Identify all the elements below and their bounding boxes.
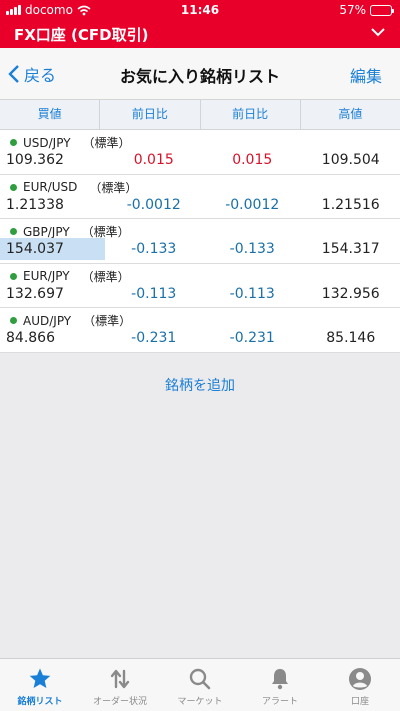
status-dot-icon [10,272,17,280]
back-button[interactable]: 戻る [8,62,56,86]
change-value: 0.015 [133,152,174,168]
tab-alert[interactable]: アラート [240,659,320,711]
tab-label: マーケット [177,697,223,707]
symbol-row-usdjpy[interactable]: USD/JPY （標準） 109.362 0.015 0.015 109.504 [0,130,400,175]
star-icon [29,668,51,688]
tab-market[interactable]: マーケット [160,659,240,711]
person-icon [349,668,371,690]
bid-value: 132.697 [6,285,64,302]
status-right: 57% [339,3,394,17]
change-value: -0.113 [131,285,177,302]
change-value: -0.0012 [225,196,280,213]
navigation-bar: 戻る お気に入り銘柄リスト 編集 [0,48,400,100]
high-value: 85.146 [326,330,376,346]
change-value: -0.133 [131,241,177,257]
column-header-row: 買値 前日比 前日比 高値 [0,100,400,130]
search-icon [189,668,211,690]
row-values: 154.037 -0.133 -0.133 154.317 [0,238,400,260]
row-values: 132.697 -0.113 -0.113 132.956 [0,283,400,305]
bell-icon [272,669,288,690]
tab-bar: 銘柄リスト オーダー状況 マーケット アラート 口座 [0,658,400,711]
battery-icon [370,4,394,16]
swap-arrows-icon [110,669,130,689]
row-values: 1.21338 -0.0012 -0.0012 1.21516 [0,194,400,216]
column-change-1[interactable]: 前日比 [100,100,201,129]
row-values: 84.866 -0.231 -0.231 85.146 [0,327,400,349]
symbol-code: GBP/JPY [23,224,70,239]
tab-label: アラート [261,697,298,707]
high-value: 1.21516 [321,196,380,213]
change-value: -0.113 [229,285,275,302]
symbol-row-gbpjpy[interactable]: GBP/JPY （標準） 154.037 -0.133 -0.133 154.31… [0,219,400,264]
symbol-row-eurjpy[interactable]: EUR/JPY （標準） 132.697 -0.113 -0.113 132.95… [0,264,400,308]
tab-symbol-list[interactable]: 銘柄リスト [0,659,80,711]
tab-order-status[interactable]: オーダー状況 [80,659,160,711]
symbol-code: USD/JPY [23,135,71,150]
chevron-left-icon [8,65,19,83]
status-bar: docomo 11:46 57% [0,0,400,20]
symbol-row-audjpy[interactable]: AUD/JPY （標準） 84.866 -0.231 -0.231 85.146 [0,308,400,353]
status-dot-icon [10,228,17,235]
tab-account[interactable]: 口座 [320,659,400,711]
edit-button[interactable]: 編集 [350,63,382,87]
add-symbol-button[interactable]: 銘柄を追加 [0,375,400,395]
bid-value: 1.21338 [6,196,64,213]
change-value: -0.0012 [126,196,181,213]
tab-label: 口座 [350,697,369,707]
status-dot-icon [10,183,17,191]
change-value: 0.015 [232,152,273,168]
tab-label: オーダー状況 [92,697,147,707]
high-value: 154.317 [321,241,380,257]
status-dot-icon [10,139,17,146]
high-value: 132.956 [321,285,380,302]
symbol-code: EUR/USD [23,180,78,194]
change-value: -0.231 [229,330,275,346]
symbol-code: AUD/JPY [23,313,72,328]
column-bid[interactable]: 買値 [0,100,101,129]
symbol-list: USD/JPY （標準） 109.362 0.015 0.015 109.504 … [0,130,400,353]
battery-percent: 57% [339,3,366,17]
row-values: 109.362 0.015 0.015 109.504 [0,149,400,171]
column-change-2[interactable]: 前日比 [201,100,301,129]
bid-value-highlighted: 154.037 [0,238,105,260]
symbol-row-eurusd[interactable]: EUR/USD （標準） 1.21338 -0.0012 -0.0012 1.21… [0,175,400,219]
page-title: お気に入り銘柄リスト [119,67,280,86]
account-title: FX口座 (CFD取引) [14,26,149,44]
account-switcher[interactable]: FX口座 (CFD取引) [0,20,400,48]
chevron-down-icon[interactable] [370,25,386,39]
tab-label: 銘柄リスト [17,697,63,707]
change-value: -0.133 [229,241,275,257]
status-dot-icon [10,317,17,324]
bid-value: 109.362 [6,152,64,168]
back-label: 戻る [24,66,57,85]
change-value: -0.231 [131,330,177,346]
bid-value: 84.866 [6,330,55,346]
high-value: 109.504 [321,152,380,168]
column-high[interactable]: 高値 [301,100,400,129]
symbol-code: EUR/JPY [23,269,70,283]
